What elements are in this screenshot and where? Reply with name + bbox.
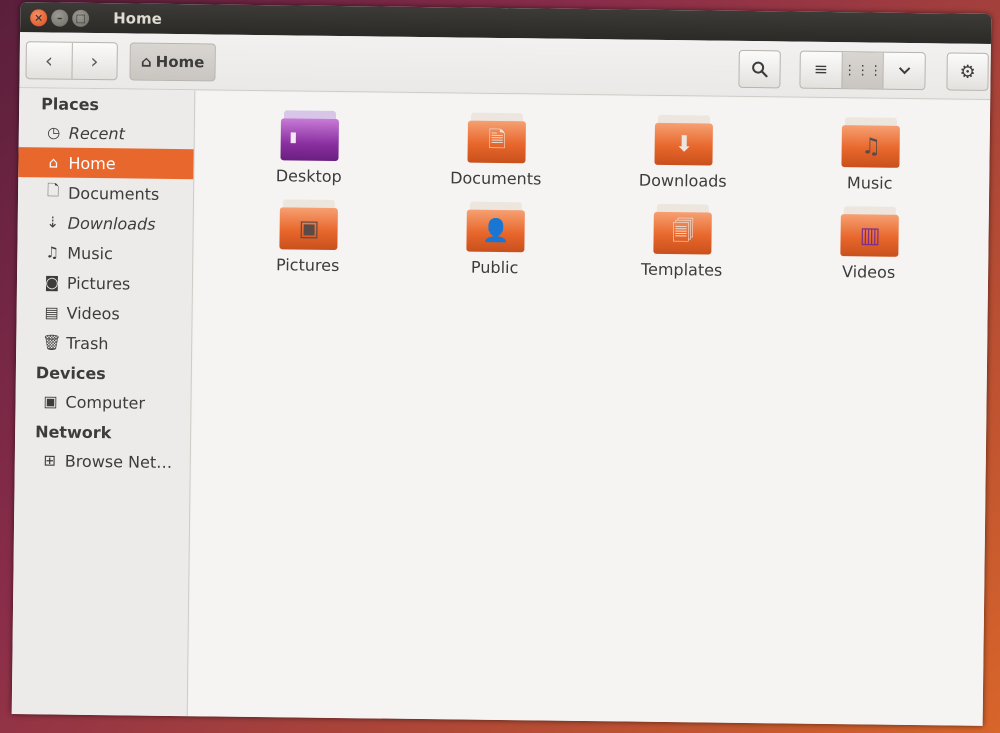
sidebar-item-label: Music [67, 243, 113, 263]
folder-icon: 🗐 [652, 203, 712, 255]
sidebar-item-trash[interactable]: 🗑 Trash [16, 327, 191, 359]
download-icon: ⇣ [46, 213, 60, 232]
music-icon: ♫ [45, 243, 60, 262]
home-icon: ⌂ [140, 52, 152, 71]
path-bar-home-button[interactable]: ⌂ Home [129, 42, 216, 82]
sidebar: Places ◷ Recent ⌂ Home 🗋 Documents ⇣ Dow… [11, 88, 196, 717]
file-name: Downloads [638, 170, 727, 191]
sidebar-item-browse-network[interactable]: ⊞ Browse Net… [15, 445, 190, 477]
sidebar-item-label: Browse Net… [64, 451, 173, 472]
file-view: ▮ Desktop 🗎 Documents ⬇ Downloads ♫ Musi… [188, 91, 991, 726]
file-name: Desktop [275, 166, 342, 187]
navigation-buttons: ‹ › [25, 41, 118, 81]
settings-button[interactable]: ⚙ [946, 52, 989, 91]
desktop-icon: ▮ [289, 129, 298, 146]
folder-icon: ▣ [278, 199, 338, 250]
sidebar-item-label: Trash [66, 333, 109, 353]
film-icon: ▥ [859, 222, 881, 249]
sidebar-item-pictures[interactable]: ◙ Pictures [17, 267, 192, 299]
sidebar-item-videos[interactable]: ▤ Videos [16, 297, 191, 329]
sidebar-item-label: Home [68, 153, 116, 173]
file-item-music[interactable]: ♫ Music [776, 116, 964, 193]
gear-icon: ⚙ [959, 61, 976, 83]
document-icon: 🗋 [46, 180, 60, 200]
folder-icon: ▮ [279, 110, 339, 161]
network-icon: ⊞ [43, 451, 57, 470]
sidebar-item-recent[interactable]: ◷ Recent [19, 117, 194, 149]
folder-icon: 🗎 [466, 112, 526, 164]
file-name: Templates [640, 259, 723, 280]
minimize-window-button[interactable]: – [51, 8, 69, 27]
folder-icon: ⬇ [653, 114, 713, 166]
chevron-down-icon [898, 67, 911, 75]
file-item-videos[interactable]: ▥ Videos [775, 205, 963, 282]
computer-icon: ▣ [43, 392, 58, 411]
path-bar-label: Home [155, 52, 205, 72]
trash-icon: 🗑 [42, 333, 62, 352]
film-icon: ▤ [44, 303, 59, 322]
file-name: Pictures [275, 255, 340, 276]
home-icon: ⌂ [48, 153, 59, 172]
sidebar-item-label: Downloads [67, 213, 156, 234]
sidebar-item-label: Pictures [66, 273, 131, 293]
document-icon: 🗎 [488, 127, 507, 154]
file-grid: ▮ Desktop 🗎 Documents ⬇ Downloads ♫ Musi… [214, 109, 964, 282]
music-icon: ♫ [861, 133, 882, 160]
file-item-pictures[interactable]: ▣ Pictures [214, 198, 402, 275]
minimize-icon: – [56, 11, 63, 25]
close-window-button[interactable]: × [30, 8, 48, 26]
camera-icon: ◙ [44, 273, 60, 292]
file-item-documents[interactable]: 🗎 Documents [402, 112, 590, 189]
maximize-window-button[interactable]: □ [72, 9, 90, 27]
sidebar-item-label: Videos [66, 303, 120, 323]
clock-icon: ◷ [47, 123, 61, 142]
grid-icon: ⋮⋮⋮ [843, 62, 883, 79]
picture-icon: ▣ [298, 216, 320, 242]
template-icon: 🗐 [671, 219, 695, 245]
file-item-downloads[interactable]: ⬇ Downloads [589, 114, 777, 191]
file-name: Videos [841, 262, 896, 282]
view-mode-buttons: ≡ ⋮⋮⋮ [799, 50, 926, 91]
sidebar-heading-places: Places [41, 94, 100, 115]
folder-icon: ▥ [839, 206, 899, 257]
chevron-left-icon: ‹ [44, 48, 54, 73]
file-name: Music [846, 173, 893, 193]
person-icon: 👤 [482, 218, 510, 244]
sidebar-item-label: Computer [65, 392, 146, 413]
maximize-icon: □ [75, 11, 86, 25]
sidebar-item-home[interactable]: ⌂ Home [18, 147, 194, 180]
file-name: Public [470, 257, 519, 278]
window-title: Home [113, 9, 162, 28]
close-icon: × [34, 10, 44, 24]
view-options-button[interactable] [882, 52, 925, 90]
download-icon: ⬇ [674, 131, 694, 157]
sidebar-heading-devices: Devices [35, 363, 106, 384]
sidebar-item-music[interactable]: ♫ Music [17, 237, 192, 269]
file-item-templates[interactable]: 🗐 Templates [588, 203, 776, 280]
sidebar-item-downloads[interactable]: ⇣ Downloads [18, 207, 193, 239]
sidebar-item-label: Recent [68, 123, 125, 143]
file-name: Documents [450, 168, 542, 189]
list-icon: ≡ [813, 59, 829, 80]
folder-icon: 👤 [465, 201, 525, 253]
sidebar-heading-network: Network [35, 422, 112, 443]
search-icon [752, 61, 768, 78]
file-item-public[interactable]: 👤 Public [401, 201, 589, 278]
sidebar-item-documents[interactable]: 🗋 Documents [18, 177, 193, 209]
back-button[interactable]: ‹ [26, 42, 71, 79]
file-item-desktop[interactable]: ▮ Desktop [215, 109, 403, 186]
list-view-button[interactable]: ≡ [800, 52, 841, 88]
grid-view-button[interactable]: ⋮⋮⋮ [841, 52, 884, 89]
file-manager-window: × – □ Home ‹ › ⌂ Home ≡ ⋮⋮⋮ ⚙ Places ◷ R… [11, 2, 992, 726]
sidebar-item-computer[interactable]: ▣ Computer [15, 386, 190, 418]
search-button[interactable] [738, 49, 781, 89]
sidebar-item-label: Documents [67, 183, 160, 204]
forward-button[interactable]: › [70, 42, 117, 80]
folder-icon: ♫ [840, 117, 900, 168]
chevron-right-icon: › [90, 48, 99, 74]
